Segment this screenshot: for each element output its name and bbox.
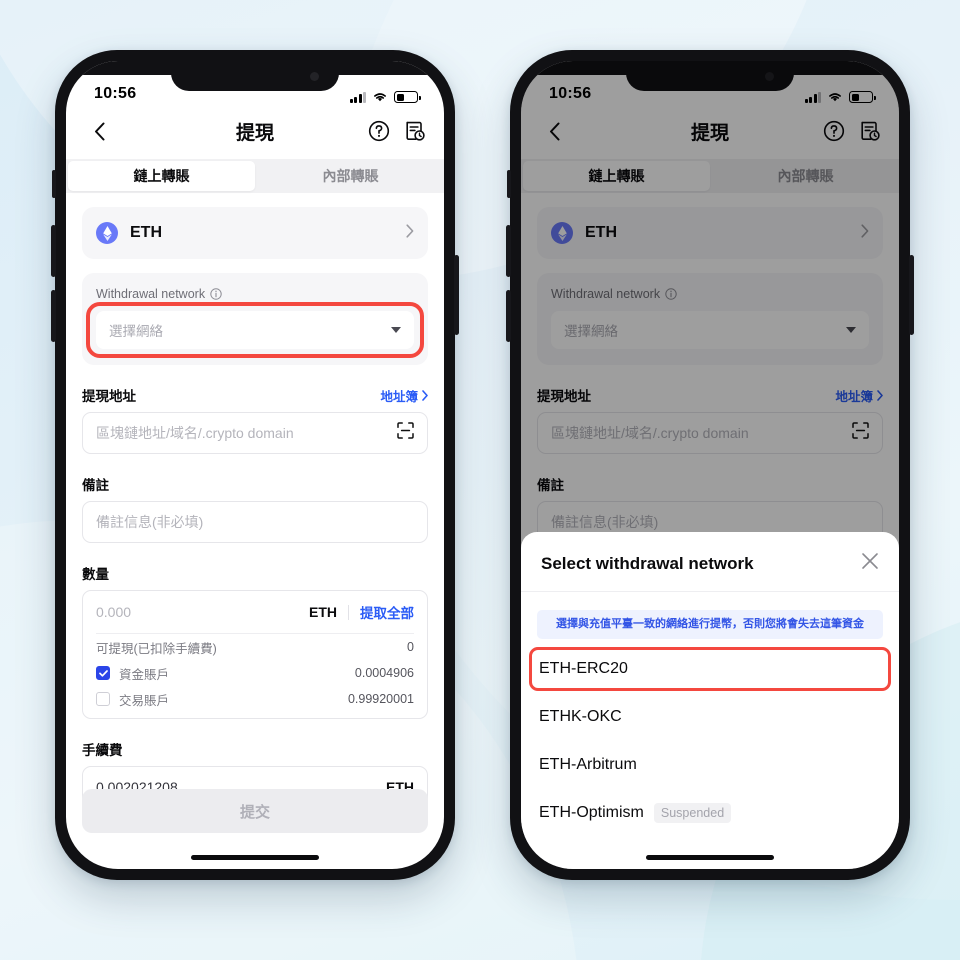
network-warning-banner: 選擇與充值平臺一致的網絡進行提幣，否則您將會失去這筆資金 [537,610,883,640]
status-time: 10:56 [94,85,137,102]
network-option-label: ETHK-OKC [539,708,622,726]
volume-up-button[interactable] [51,225,56,277]
power-button[interactable] [454,255,459,335]
submit-button[interactable]: 提交 [82,789,428,833]
coin-selector[interactable]: ETH [82,207,428,259]
address-label: 提現地址 [82,389,136,404]
address-book-link[interactable]: 地址簿 [380,386,428,405]
withdraw-all-button[interactable]: 提取全部 [360,602,414,622]
address-label-row: 提現地址 地址簿 [82,385,428,405]
caret-down-icon [391,327,401,333]
amount-input[interactable]: 0.000 [96,604,131,620]
available-label: 可提現(已扣除手續費) [96,641,217,656]
withdrawal-network-card: Withdrawal network 選擇網絡 [82,273,428,365]
withdrawal-network-label: Withdrawal network [96,287,206,301]
wifi-icon [374,93,386,102]
silent-switch[interactable] [52,170,56,198]
withdraw-form: ETH Withdrawal network 選擇網絡 提現地址 地址簿 區塊鏈… [66,207,444,808]
submit-bar: 提交 [66,789,444,833]
network-option-ethk-okc[interactable]: ETHK-OKC [539,693,881,741]
volume-down-button[interactable] [51,290,56,342]
info-circle-icon[interactable] [210,288,222,300]
select-network-sheet: Select withdrawal network 選擇與充值平臺一致的網絡進行… [521,532,899,869]
home-indicator [191,855,319,860]
network-select-placeholder: 選擇網絡 [109,324,163,339]
network-list: ETH-ERC20 ETHK-OKC ETH-Arbitrum ETH-Opti… [521,639,899,837]
phone-screen-left: 10:56 提現 鏈上轉賬 內部轉賬 ETH Withdrawal networ… [66,61,444,869]
cellular-signal-icon [349,91,366,103]
help-circle-icon[interactable] [368,120,390,142]
transfer-type-tabs: 鏈上轉賬 內部轉賬 [66,159,444,193]
memo-input-placeholder: 備註信息(非必填) [96,514,204,530]
order-history-icon[interactable] [404,120,426,142]
funding-account-label: 資金賬戶 [119,667,170,682]
network-option-label: ETH-Optimism [539,804,644,822]
tab-onchain-transfer[interactable]: 鏈上轉賬 [68,161,255,191]
network-select[interactable]: 選擇網絡 [96,311,414,349]
scan-qr-icon[interactable] [397,422,414,444]
fee-label: 手續費 [82,743,123,758]
status-icons [349,91,421,103]
network-option-eth-erc20[interactable]: ETH-ERC20 [529,645,891,693]
nav-header: 提現 [66,107,444,155]
amount-label: 數量 [82,567,109,582]
network-option-label: ETH-Arbitrum [539,756,637,774]
available-row: 可提現(已扣除手續費) 0 [96,634,414,660]
memo-label-row: 備註 [82,474,428,494]
available-value: 0 [407,640,414,654]
memo-label: 備註 [82,478,109,493]
chevron-right-icon [422,389,428,401]
network-option-eth-arbitrum[interactable]: ETH-Arbitrum [539,741,881,789]
power-button[interactable] [909,255,914,335]
trading-account-checkbox[interactable] [96,692,110,706]
account-row-funding[interactable]: 資金賬戶 0.0004906 [96,660,414,686]
network-select-highlight: 選擇網絡 [86,302,424,358]
sheet-title: Select withdrawal network [541,553,754,573]
volume-up-button[interactable] [506,225,511,277]
address-input[interactable]: 區塊鏈地址/域名/.crypto domain [82,412,428,454]
trading-account-label: 交易賬戶 [119,693,170,708]
close-icon[interactable] [861,552,879,575]
front-camera-icon [310,72,319,81]
amount-card: 0.000 ETH 提取全部 可提現(已扣除手續費) 0 資金賬戶 0.0004… [82,590,428,719]
screenshot-stage: 10:56 提現 鏈上轉賬 內部轉賬 ETH Withdrawal networ… [0,0,960,960]
network-option-label: ETH-ERC20 [539,660,628,678]
chevron-right-icon [406,223,414,243]
divider [348,604,349,620]
battery-icon [394,91,421,103]
address-book-label: 地址簿 [380,389,418,404]
network-option-eth-optimism[interactable]: ETH-Optimism Suspended [539,789,881,837]
memo-input[interactable]: 備註信息(非必填) [82,501,428,543]
volume-down-button[interactable] [506,290,511,342]
funding-account-value: 0.0004906 [354,666,414,680]
withdrawal-network-label-row: Withdrawal network [96,287,414,301]
sheet-header: Select withdrawal network [521,532,899,592]
fee-label-row: 手續費 [82,739,428,759]
phone-screen-right: 10:56 提現 鏈上轉賬 內部轉賬 ETH Withdrawal networ… [521,61,899,869]
home-indicator [646,855,774,860]
ethereum-icon [96,222,118,244]
status-badge: Suspended [653,803,732,824]
address-input-placeholder: 區塊鏈地址/域名/.crypto domain [96,425,294,441]
trading-account-value: 0.99920001 [347,692,414,706]
nav-actions [368,120,426,142]
amount-label-row: 數量 [82,563,428,583]
amount-unit: ETH [309,604,337,620]
account-row-trading[interactable]: 交易賬戶 0.99920001 [96,686,414,712]
device-notch [171,61,339,91]
amount-input-row: 0.000 ETH 提取全部 [96,591,414,634]
silent-switch[interactable] [507,170,511,198]
tab-internal-transfer[interactable]: 內部轉賬 [257,159,444,193]
phone-mockup-right: 10:56 提現 鏈上轉賬 內部轉賬 ETH Withdrawal networ… [506,50,914,880]
funding-account-checkbox[interactable] [96,666,110,680]
phone-mockup-left: 10:56 提現 鏈上轉賬 內部轉賬 ETH Withdrawal networ… [51,50,459,880]
coin-symbol: ETH [130,224,162,241]
